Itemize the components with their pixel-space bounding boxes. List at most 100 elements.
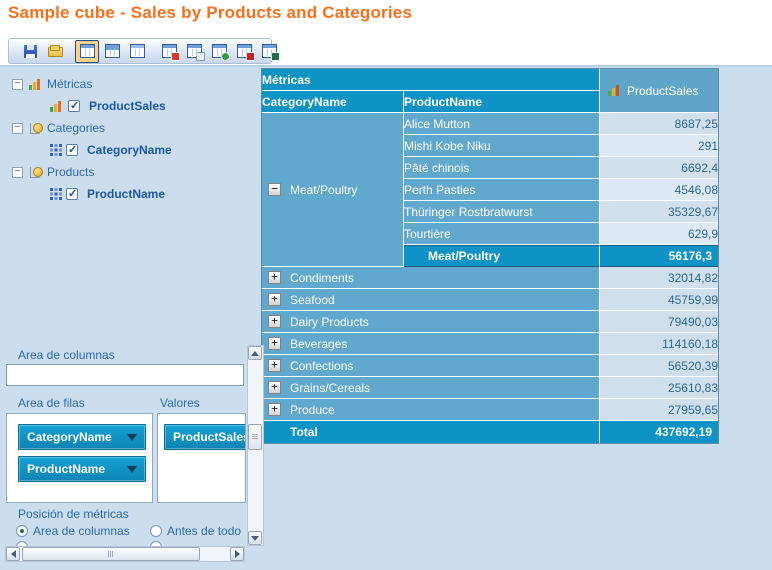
category-cell-meat-poultry: Meat/Poultry: [262, 113, 404, 267]
collapse-icon[interactable]: [268, 183, 281, 196]
checkbox[interactable]: [68, 100, 80, 112]
vertical-scrollbar[interactable]: [247, 345, 264, 546]
expand-icon[interactable]: [268, 403, 281, 416]
expand-icon[interactable]: [268, 381, 281, 394]
tree-item-productsales[interactable]: ProductSales: [50, 97, 166, 115]
field-button-label: ProductName: [27, 462, 105, 476]
expand-icon[interactable]: [268, 293, 281, 306]
product-cell: Perth Pasties: [404, 179, 600, 201]
expand-icon[interactable]: [268, 337, 281, 350]
layout-grid-icon: [105, 44, 120, 58]
layout-grid-button[interactable]: [100, 40, 124, 63]
radio-option-columns[interactable]: Area de columnas: [16, 524, 130, 538]
tree-item-productname[interactable]: ProductName: [50, 185, 165, 203]
export-report-icon: [187, 44, 202, 58]
field-button-categoryname[interactable]: CategoryName: [18, 424, 146, 450]
arrow-up-icon: [251, 351, 259, 356]
group-label: Produce: [290, 403, 335, 417]
measures-position-label: Posición de métricas: [18, 507, 129, 521]
pivot-table: Métricas ProductSales CategoryName: [261, 68, 719, 444]
group-cell-seafood: Seafood: [262, 289, 600, 311]
tree-item-categoryname[interactable]: CategoryName: [50, 141, 172, 159]
open-button[interactable]: [43, 40, 67, 63]
column-header-categoryname[interactable]: CategoryName: [262, 91, 404, 113]
tree-item-label: Products: [47, 165, 94, 179]
export-excel-button[interactable]: [257, 40, 281, 63]
total-value: 437692,19: [600, 421, 718, 443]
values-area-box[interactable]: ProductSales: [157, 413, 246, 503]
layout-pivot-icon: [80, 44, 95, 58]
vertical-scroll-thumb[interactable]: [248, 424, 262, 450]
export-html-globe-icon: [212, 44, 227, 58]
category-label: Meat/Poultry: [290, 183, 357, 197]
save-icon: [24, 45, 37, 58]
table-row: Dairy Products 79490,03: [262, 311, 718, 333]
table-row: Condiments 32014,82: [262, 267, 718, 289]
column-area-label: Area de columnas: [18, 348, 115, 362]
expand-icon[interactable]: [268, 315, 281, 328]
tree-item-categories[interactable]: Categories: [12, 119, 105, 137]
dropdown-icon: [127, 434, 137, 441]
radio-selected-icon[interactable]: [16, 525, 28, 537]
collapse-icon[interactable]: [12, 79, 23, 90]
table-row: Seafood 45759,99: [262, 289, 718, 311]
page-title: Sample cube - Sales by Products and Cate…: [8, 3, 412, 23]
radio-icon[interactable]: [150, 525, 162, 537]
group-label: Dairy Products: [290, 315, 369, 329]
scroll-down-button[interactable]: [248, 531, 262, 545]
table-row: Grains/Cereals 25610,83: [262, 377, 718, 399]
value-cell: 27959,65: [600, 399, 718, 421]
horizontal-scroll-thumb[interactable]: [22, 547, 200, 561]
field-button-productname[interactable]: ProductName: [18, 456, 146, 482]
export-pdf-button[interactable]: [232, 40, 256, 63]
bar-chart-icon: [50, 101, 64, 112]
expand-icon[interactable]: [268, 271, 281, 284]
column-area-dropzone[interactable]: [6, 364, 244, 386]
radio-label: Area de columnas: [33, 524, 130, 538]
layout-flat-icon: [130, 44, 145, 58]
group-cell-confections: Confections: [262, 355, 600, 377]
field-button-productsales[interactable]: ProductSales: [164, 424, 246, 450]
collapse-icon[interactable]: [12, 167, 23, 178]
value-cell: 629,9: [600, 223, 718, 245]
field-button-label: CategoryName: [27, 430, 112, 444]
scroll-up-button[interactable]: [248, 346, 262, 360]
export-html-button[interactable]: [207, 40, 231, 63]
table-row: Produce 27959,65: [262, 399, 718, 421]
total-label: Total: [262, 421, 600, 443]
export-data-button[interactable]: [157, 40, 181, 63]
value-cell: 45759,99: [600, 289, 718, 311]
horizontal-scrollbar[interactable]: [5, 546, 245, 562]
tree-item-label: CategoryName: [87, 143, 172, 157]
product-cell: Alice Mutton: [404, 113, 600, 135]
expand-icon[interactable]: [268, 359, 281, 372]
scroll-right-button[interactable]: [230, 547, 244, 561]
scroll-left-button[interactable]: [6, 547, 20, 561]
export-pdf-icon: [237, 44, 252, 58]
open-folder-icon: [48, 45, 63, 57]
values-area-label: Valores: [160, 396, 200, 410]
column-header-productname[interactable]: ProductName: [404, 91, 600, 113]
checkbox[interactable]: [66, 188, 78, 200]
group-label: Seafood: [290, 293, 335, 307]
checkbox[interactable]: [66, 144, 78, 156]
tree-item-metricas[interactable]: Métricas: [12, 75, 92, 93]
column-header-label: ProductName: [404, 95, 482, 109]
value-cell: 291: [600, 135, 718, 157]
tree-item-label: Métricas: [47, 77, 92, 91]
layout-flat-button[interactable]: [125, 40, 149, 63]
export-report-button[interactable]: [182, 40, 206, 63]
column-header-label: CategoryName: [262, 95, 347, 109]
row-area-label: Area de filas: [18, 396, 85, 410]
collapse-icon[interactable]: [12, 123, 23, 134]
product-cell: Tourtière: [404, 223, 600, 245]
value-column-label: ProductSales: [627, 84, 698, 98]
grid-field-icon: [50, 144, 62, 156]
layout-pivot-button[interactable]: [75, 40, 99, 63]
radio-option-before-all[interactable]: Antes de todo: [150, 524, 241, 538]
group-cell-beverages: Beverages: [262, 333, 600, 355]
value-cell: 4546,08: [600, 179, 718, 201]
tree-item-products[interactable]: Products: [12, 163, 94, 181]
value-column-header[interactable]: ProductSales: [600, 69, 718, 113]
save-button[interactable]: [18, 40, 42, 63]
